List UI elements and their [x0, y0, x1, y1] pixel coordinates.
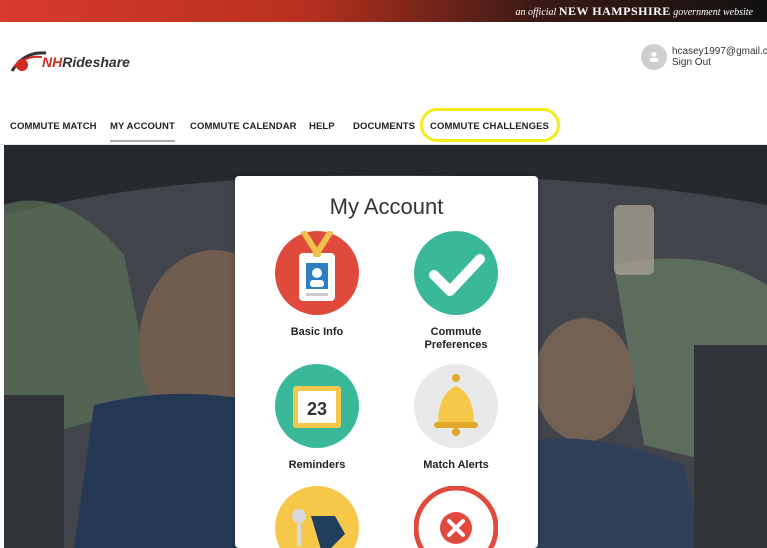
tile-label: Commute Preferences: [424, 326, 488, 351]
nav-commute-match[interactable]: COMMUTE MATCH: [10, 121, 97, 132]
site-header: NHRideshare hcasey1997@gmail.com Sign Ou…: [0, 22, 767, 100]
card-title: My Account: [329, 194, 444, 219]
nav-commute-calendar[interactable]: COMMUTE CALENDAR: [190, 121, 297, 132]
nh-rideshare-logo[interactable]: NHRideshare: [10, 47, 130, 77]
bell-icon: [414, 364, 498, 448]
my-account-card: My Account Basic Info Commute Preference…: [235, 176, 538, 548]
brand-name: NHRideshare: [42, 54, 130, 70]
tile-label: Reminders: [288, 459, 346, 471]
user-info: hcasey1997@gmail.com Sign Out: [672, 46, 767, 68]
nav-documents[interactable]: DOCUMENTS: [353, 121, 415, 132]
tile-label: Match Alerts: [423, 459, 489, 471]
tile-close[interactable]: [391, 485, 521, 548]
tile-commute-preferences[interactable]: Commute Preferences: [391, 231, 521, 352]
tile-basic-info[interactable]: Basic Info: [252, 229, 382, 339]
official-site-label: an official New Hampshire government web…: [515, 4, 753, 18]
calendar-icon: 23: [275, 364, 359, 448]
nav-help[interactable]: HELP: [309, 121, 335, 132]
key-tag-icon: [275, 486, 359, 548]
user-email: hcasey1997@gmail.com: [672, 46, 767, 57]
state-name: New Hampshire: [558, 4, 671, 18]
tile-reminders[interactable]: 23 Reminders: [252, 364, 382, 472]
main-nav: COMMUTE MATCH MY ACCOUNT COMMUTE CALENDA…: [0, 110, 767, 145]
user-menu[interactable]: hcasey1997@gmail.com Sign Out: [641, 44, 767, 70]
top-banner: an official New Hampshire government web…: [0, 0, 767, 22]
tile-label: Basic Info: [290, 326, 344, 338]
sign-out-link[interactable]: Sign Out: [672, 57, 767, 68]
tile-key-tag[interactable]: [252, 486, 382, 548]
id-badge-icon: [275, 229, 359, 315]
challenge-highlight-circle: [420, 108, 560, 142]
nav-my-account[interactable]: MY ACCOUNT: [110, 121, 175, 142]
close-x-icon: [413, 485, 499, 548]
checkmark-icon: [414, 231, 498, 315]
tile-match-alerts[interactable]: Match Alerts: [391, 364, 521, 472]
user-avatar[interactable]: [641, 44, 667, 70]
user-icon: [650, 52, 658, 62]
calendar-day: 23: [307, 399, 327, 419]
